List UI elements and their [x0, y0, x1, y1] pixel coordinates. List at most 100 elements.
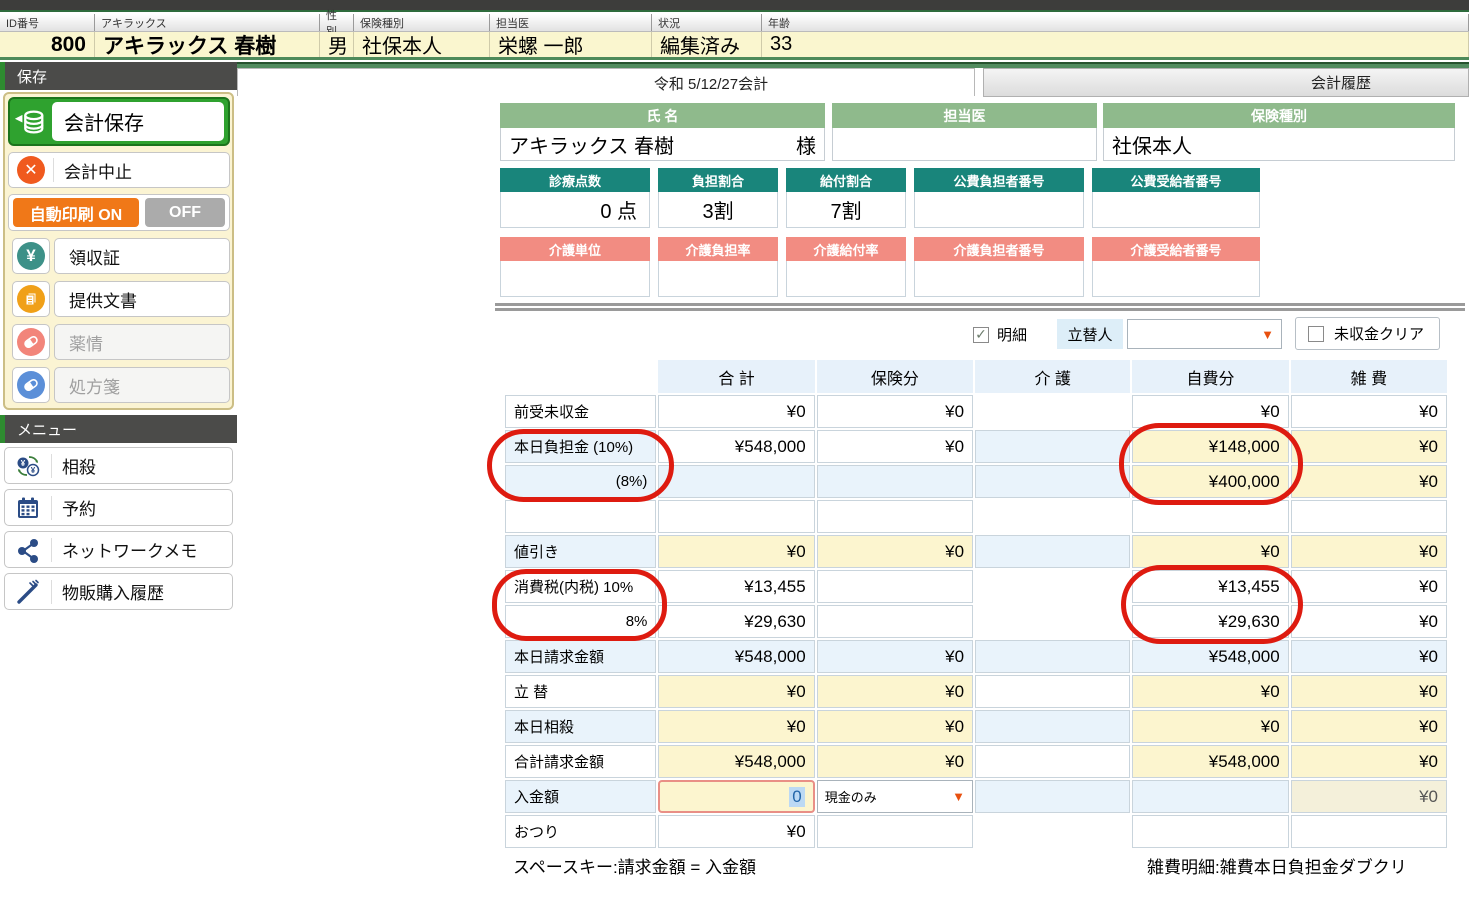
menu-item-0[interactable]: ¥¥相殺: [4, 447, 233, 484]
cancel-accounting-button[interactable]: ✕ 会計中止: [8, 152, 230, 188]
billing-cell-11-2: [975, 780, 1130, 813]
billing-cell-6-0: ¥29,630: [658, 605, 814, 638]
billing-cell-10-4[interactable]: ¥0: [1291, 745, 1447, 778]
billing-cell-4-3[interactable]: ¥0: [1132, 535, 1288, 568]
row-label-6: 8%: [505, 605, 656, 638]
billing-cell-9-4[interactable]: ¥0: [1291, 710, 1447, 743]
row-label-3: [505, 500, 656, 533]
billing-row-5: 消費税(内税) 10%¥13,455¥13,455¥0: [505, 570, 1447, 603]
billing-cell-2-4[interactable]: ¥0: [1291, 465, 1447, 498]
tab-current-accounting[interactable]: 令和 5/12/27会計: [237, 68, 975, 97]
patient-bar-values: 800アキラックス 春樹男社保本人栄螺 一郎編集済み33: [0, 32, 1469, 60]
billing-cell-5-4: ¥0: [1291, 570, 1447, 603]
provided-document-button[interactable]: 提供文書: [54, 281, 230, 317]
payment-method-select[interactable]: 現金のみ▼: [817, 780, 973, 813]
insurance-grid-value: [914, 192, 1084, 228]
menu-item-label-3: 物販購入履歴: [62, 579, 164, 604]
billing-table-header-row: 合 計保険分介 護自費分雑 費: [505, 360, 1447, 393]
window-titlebar: [0, 0, 1469, 12]
billing-cell-1-1: ¥0: [817, 430, 973, 463]
billing-cell-4-4[interactable]: ¥0: [1291, 535, 1447, 568]
billing-row-3: [505, 500, 1447, 533]
billing-cell-2-2: [975, 465, 1130, 498]
column-header-2: 保険分: [817, 360, 973, 393]
cancel-button-label: 会計中止: [64, 158, 132, 183]
billing-cell-10-3[interactable]: ¥548,000: [1132, 745, 1288, 778]
tatekae-label: 立替人: [1057, 319, 1123, 349]
insurance-col: 公費負担者番号: [914, 168, 1084, 228]
billing-cell-3-3: [1132, 500, 1288, 533]
billing-cell-12-4: [1291, 815, 1447, 848]
insurance-col: 公費受給者番号: [1092, 168, 1260, 228]
insurance-grid-header: 給付割合: [786, 168, 906, 192]
billing-cell-1-2: [975, 430, 1130, 463]
row-label-8: 立 替: [505, 675, 656, 708]
prescription-button-label: 処方箋: [69, 373, 120, 398]
patient-bar-value-3: 社保本人: [354, 32, 490, 57]
mishukin-clear-checkbox[interactable]: [1308, 326, 1324, 342]
billing-cell-8-1[interactable]: ¥0: [817, 675, 973, 708]
patient-bar-label-0: ID番号: [0, 14, 95, 31]
divider: [51, 454, 52, 478]
mishukin-clear-option[interactable]: 未収金クリア: [1295, 317, 1440, 350]
billing-cell-2-3[interactable]: ¥400,000: [1132, 465, 1288, 498]
row-label-9: 本日相殺: [505, 710, 656, 743]
billing-cell-1-3[interactable]: ¥148,000: [1132, 430, 1288, 463]
yakujo-button[interactable]: 薬情: [54, 324, 230, 360]
triangle-down-icon: ▼: [1261, 327, 1274, 342]
menu-item-2[interactable]: ネットワークメモ: [4, 531, 233, 568]
billing-cell-8-0[interactable]: ¥0: [658, 675, 814, 708]
billing-row-7: 本日請求金額¥548,000¥0¥548,000¥0: [505, 640, 1447, 673]
billing-cell-9-2: [975, 710, 1130, 743]
patient-name-suffix: 様: [796, 130, 816, 159]
save-accounting-button[interactable]: 会計保存: [8, 97, 230, 146]
billing-cell-9-3[interactable]: ¥0: [1132, 710, 1288, 743]
mishukin-clear-label: 未収金クリア: [1334, 323, 1424, 344]
insurance-grid-value: 0 点: [500, 192, 650, 228]
tatekae-dropdown[interactable]: ▼: [1127, 319, 1282, 349]
billing-cell-1-4[interactable]: ¥0: [1291, 430, 1447, 463]
billing-cell-8-4[interactable]: ¥0: [1291, 675, 1447, 708]
billing-cell-8-3[interactable]: ¥0: [1132, 675, 1288, 708]
autoprint-on-button[interactable]: 自動印刷 ON: [13, 198, 139, 227]
billing-cell-3-2: [975, 500, 1130, 533]
insurance-grid-value: [1092, 261, 1260, 297]
insurance-grid-header: 公費受給者番号: [1092, 168, 1260, 192]
insurance-panel-header: 保険種別: [1103, 103, 1455, 128]
patient-bar-label-5: 状況: [652, 14, 762, 31]
billing-cell-9-1[interactable]: ¥0: [817, 710, 973, 743]
payment-amount-value: 0: [789, 787, 804, 807]
column-header-4: 自費分: [1132, 360, 1288, 393]
autoprint-off-button[interactable]: OFF: [145, 198, 225, 227]
billing-cell-4-1[interactable]: ¥0: [817, 535, 973, 568]
insurance-grid-header: 介護給付率: [786, 237, 906, 261]
document-circle-icon: [17, 285, 45, 313]
document-icon-tile: [12, 281, 50, 317]
patient-bar-value-4: 栄螺 一郎: [490, 32, 652, 57]
billing-cell-12-2: [975, 815, 1130, 848]
provided-document-label: 提供文書: [69, 287, 137, 312]
insurance-grid-header: 介護負担者番号: [914, 237, 1084, 261]
insurance-panel-value: 社保本人: [1103, 128, 1455, 161]
yakujo-button-label: 薬情: [69, 330, 103, 355]
billing-cell-0-1: ¥0: [817, 395, 973, 428]
billing-cell-9-0[interactable]: ¥0: [658, 710, 814, 743]
receipt-button[interactable]: 領収証: [54, 238, 230, 274]
billing-cell-10-0[interactable]: ¥548,000: [658, 745, 814, 778]
billing-cell-4-0[interactable]: ¥0: [658, 535, 814, 568]
billing-cell-10-1[interactable]: ¥0: [817, 745, 973, 778]
billing-row-4: 値引き¥0¥0¥0¥0: [505, 535, 1447, 568]
billing-row-10: 合計請求金額¥548,000¥0¥548,000¥0: [505, 745, 1447, 778]
yen-circle-icon: ¥: [17, 242, 45, 270]
column-header-5: 雑 費: [1291, 360, 1447, 393]
footnote-spacekey: スペースキー:請求金額 = 入金額: [513, 853, 756, 878]
prescription-button[interactable]: 処方箋: [54, 367, 230, 403]
receipt-icon-tile: ¥: [12, 238, 50, 274]
tab-accounting-history[interactable]: 会計履歴: [983, 68, 1469, 97]
meisai-checkbox[interactable]: ✓: [973, 327, 989, 343]
name-panel-header: 氏 名: [500, 103, 825, 128]
menu-item-1[interactable]: 予約: [4, 489, 233, 526]
payment-amount-input[interactable]: 0: [658, 780, 814, 813]
divider: [53, 158, 54, 182]
menu-item-3[interactable]: 物販購入履歴: [4, 573, 233, 610]
